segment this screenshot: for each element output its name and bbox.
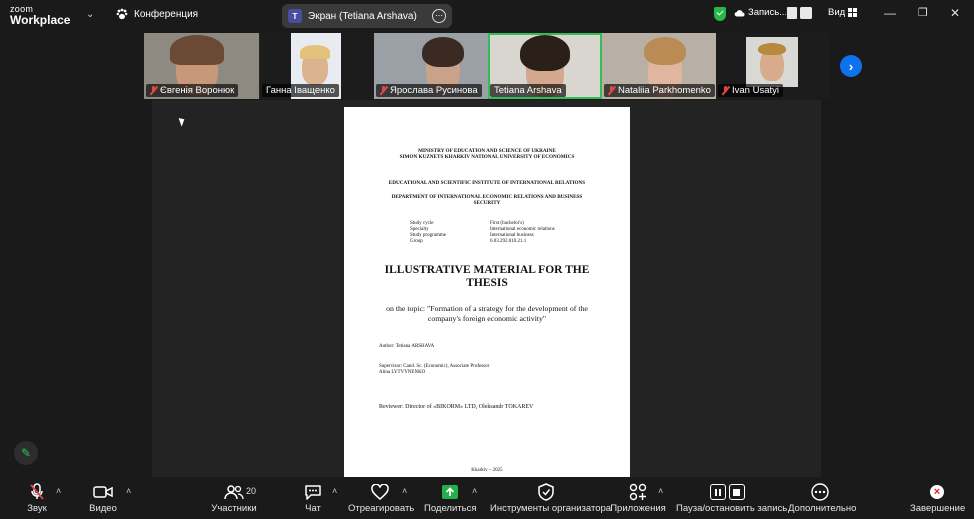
end-x-icon: × bbox=[930, 485, 944, 499]
screen-share-indicator[interactable]: T Экран (Tetiana Arshava) ⋯ bbox=[282, 4, 452, 28]
video-button[interactable]: Видео bbox=[88, 481, 118, 514]
end-label: Завершение bbox=[910, 503, 966, 514]
chat-icon bbox=[305, 485, 321, 500]
doc-supervisor: Supervisor: Cand. Sc. (Economic), Associ… bbox=[379, 364, 490, 375]
doc-topic: on the topic: "Formation of a strategy f… bbox=[386, 304, 588, 323]
doc-reviewer: Reviewer: Director of «BIKORM» LTD, Olek… bbox=[379, 404, 534, 410]
audio-label: Звук bbox=[27, 503, 47, 514]
chat-options-icon[interactable]: ˄ bbox=[332, 486, 337, 496]
participant-tile[interactable]: Ганна Іващенко bbox=[260, 33, 374, 99]
zoom-workplace-logo: zoom Workplace bbox=[10, 4, 70, 26]
share-button[interactable]: Поделиться bbox=[424, 481, 476, 514]
participant-tile[interactable]: Євгенія Воронюк bbox=[144, 33, 259, 99]
participant-name: Nataliia Parkhomenko bbox=[604, 84, 715, 97]
study-labels: Study cycle Specialty Study programme Gr… bbox=[410, 221, 446, 244]
doc-institute: EDUCATIONAL AND SCIENTIFIC INSTITUTE OF … bbox=[388, 180, 586, 186]
recording-indicator[interactable]: Запись... bbox=[734, 7, 787, 18]
stop-icon bbox=[728, 484, 745, 500]
people-icon bbox=[224, 485, 244, 500]
participants-count: 20 bbox=[246, 486, 257, 496]
more-options-icon[interactable]: ⋯ bbox=[432, 9, 446, 23]
participant-name: Ярослава Русинова bbox=[376, 84, 482, 97]
top-bar: zoom Workplace ⌄ Конференция T Экран (Te… bbox=[0, 0, 974, 32]
participants-label: Участники bbox=[211, 503, 257, 514]
share-screen-icon bbox=[442, 485, 458, 499]
grid-icon bbox=[848, 8, 858, 17]
host-shield-icon bbox=[538, 483, 554, 501]
doc-university: SIMON KUZNETS KHARKIV NATIONAL UNIVERSIT… bbox=[399, 154, 575, 160]
close-icon[interactable]: ✕ bbox=[950, 6, 960, 20]
more-label: Дополнительно bbox=[788, 503, 857, 514]
pause-icon bbox=[709, 484, 726, 500]
heart-icon bbox=[371, 484, 389, 500]
participant-tile[interactable]: Ivan Usatyi bbox=[716, 33, 830, 99]
stop-record-icon[interactable] bbox=[800, 7, 812, 19]
chat-label: Чат bbox=[305, 503, 321, 514]
doc-author: Author: Tetiana ARSHAVA bbox=[379, 344, 435, 349]
participant-name: Євгенія Воронюк bbox=[146, 84, 239, 97]
share-label-btn: Поделиться bbox=[424, 503, 477, 514]
recording-label: Запись... bbox=[748, 7, 788, 18]
more-button[interactable]: Дополнительно bbox=[788, 481, 857, 514]
pause-stop-recording-button[interactable]: Пауза/остановить запись bbox=[676, 481, 788, 514]
audio-button[interactable]: Звук bbox=[22, 481, 52, 514]
apps-label: Приложения bbox=[610, 503, 666, 514]
participant-name: Tetiana Arshava bbox=[490, 84, 566, 97]
doc-title: ILLUSTRATIVE MATERIAL FOR THE THESIS bbox=[384, 264, 590, 289]
doc-footer: Kharkiv – 2025 bbox=[471, 468, 503, 473]
study-values: First (bachelor's) International economi… bbox=[490, 221, 555, 244]
chevron-right-icon: › bbox=[848, 58, 854, 74]
camera-icon bbox=[93, 486, 113, 498]
participant-tile[interactable]: Ярослава Русинова bbox=[374, 33, 488, 99]
react-label: Отреагировать bbox=[348, 503, 415, 514]
apps-options-icon[interactable]: ˄ bbox=[658, 486, 663, 496]
more-icon bbox=[811, 483, 829, 501]
minimize-icon[interactable]: — bbox=[884, 6, 896, 20]
participant-strip: Євгенія Воронюк Ганна Іващенко Ярослава … bbox=[144, 33, 830, 99]
end-meeting-button[interactable]: × Завершение bbox=[910, 481, 966, 514]
video-options-icon[interactable]: ˄ bbox=[126, 486, 131, 496]
share-label: Экран (Tetiana Arshava) bbox=[308, 10, 417, 22]
participant-tile-active[interactable]: Tetiana Arshava bbox=[488, 33, 602, 99]
chat-button[interactable]: Чат bbox=[298, 481, 328, 514]
meeting-title: Конференция bbox=[134, 8, 199, 20]
mic-muted-icon bbox=[30, 483, 44, 500]
doc-department-cont: SECURITY bbox=[473, 200, 501, 206]
mic-muted-icon bbox=[380, 86, 387, 95]
mic-muted-icon bbox=[608, 86, 615, 95]
restore-icon[interactable]: ❐ bbox=[918, 6, 928, 19]
host-tools-button[interactable]: Инструменты организатора bbox=[490, 481, 612, 514]
annotate-pen-button[interactable]: ✎ bbox=[14, 441, 38, 465]
view-label: Вид bbox=[828, 7, 846, 18]
pause-stop-label: Пауза/остановить запись bbox=[676, 503, 788, 514]
mic-muted-icon bbox=[722, 86, 729, 95]
apps-icon bbox=[629, 483, 647, 501]
mic-muted-icon bbox=[150, 86, 157, 95]
paw-icon bbox=[116, 8, 128, 20]
chevron-down-icon[interactable]: ⌄ bbox=[86, 9, 94, 20]
video-label: Видео bbox=[89, 503, 117, 514]
participant-name: Ганна Іващенко bbox=[262, 84, 339, 97]
share-options-icon[interactable]: ˄ bbox=[472, 486, 477, 496]
brand-large: Workplace bbox=[10, 13, 71, 27]
pause-record-icon[interactable] bbox=[786, 7, 798, 19]
sharer-avatar: T bbox=[288, 9, 302, 23]
pen-icon: ✎ bbox=[20, 446, 32, 460]
meeting-info[interactable]: Конференция bbox=[116, 8, 198, 20]
participant-tile[interactable]: Nataliia Parkhomenko bbox=[602, 33, 716, 99]
audio-options-icon[interactable]: ˄ bbox=[56, 486, 61, 496]
view-button[interactable]: Вид bbox=[828, 7, 858, 18]
cloud-icon bbox=[734, 9, 745, 17]
react-options-icon[interactable]: ˄ bbox=[402, 486, 407, 496]
next-page-button[interactable]: › bbox=[840, 55, 862, 77]
host-tools-label: Инструменты организатора bbox=[490, 503, 612, 514]
recording-controls bbox=[786, 7, 812, 19]
shared-document: MINISTRY OF EDUCATION AND SCIENCE OF UKR… bbox=[344, 107, 630, 477]
encryption-shield-icon[interactable] bbox=[714, 7, 726, 21]
participant-name: Ivan Usatyi bbox=[718, 84, 783, 97]
